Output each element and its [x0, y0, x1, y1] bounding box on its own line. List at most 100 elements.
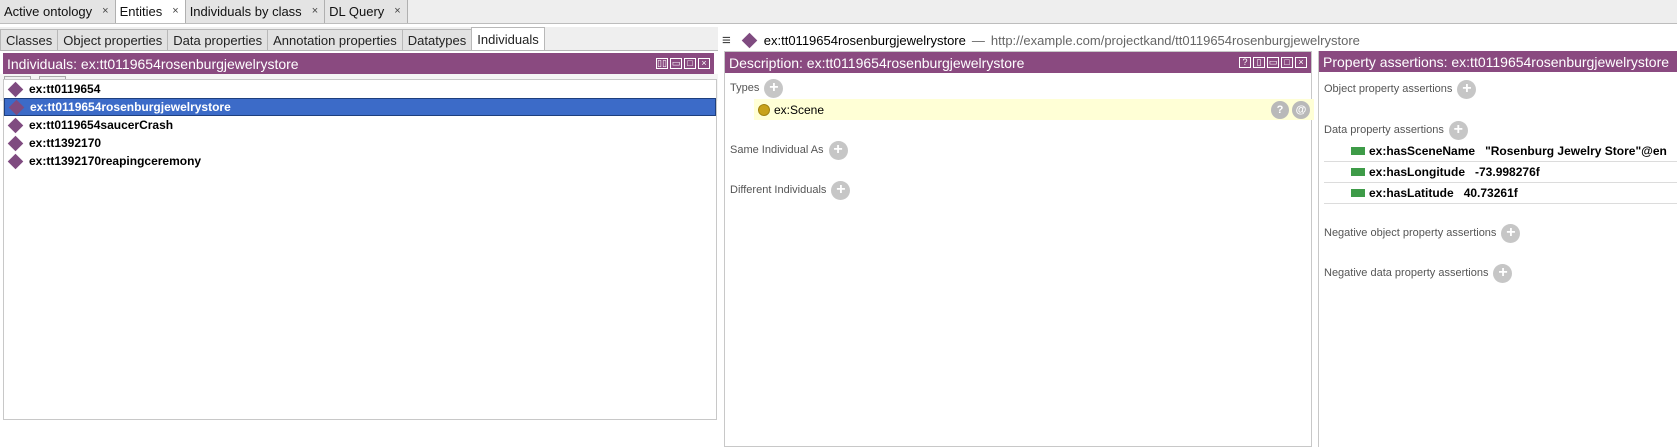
individuals-view-header: Individuals: ex:tt0119654rosenburgjewelr…: [3, 53, 714, 74]
individual-label: ex:tt1392170: [29, 136, 102, 150]
types-section: Types +: [730, 77, 1311, 99]
description-body: Types + ex:Scene ? @ Same Individual As …: [725, 73, 1314, 201]
individuals-list[interactable]: ex:tt0119654 ex:tt0119654rosenburgjewelr…: [3, 79, 717, 420]
split-view-icon[interactable]: ▯: [1253, 57, 1265, 68]
list-item-selected[interactable]: ex:tt0119654rosenburgjewelrystore: [4, 98, 716, 116]
data-property-value: "Rosenburg Jewelry Store"@en: [1485, 144, 1667, 158]
close-icon[interactable]: ×: [172, 5, 178, 17]
individual-diamond-icon: [7, 135, 24, 151]
individual-label: ex:tt1392170reapingceremony: [29, 154, 202, 168]
individual-label: ex:tt0119654: [29, 82, 101, 96]
property-assertions-panel: Property assertions: ex:tt0119654rosenbu…: [1318, 51, 1677, 447]
individual-diamond-icon: [7, 81, 24, 97]
tab-label: Active ontology: [4, 3, 93, 19]
question-icon[interactable]: ?: [1271, 100, 1289, 119]
subtab-object-properties[interactable]: Object properties: [57, 29, 169, 50]
object-property-assertions-section: Object property assertions +: [1324, 78, 1677, 100]
subtab-individuals[interactable]: Individuals: [471, 27, 545, 50]
data-property-name: ex:hasLatitude: [1369, 186, 1454, 200]
breadcrumb-separator: —: [971, 32, 985, 48]
type-row[interactable]: ex:Scene ? @: [754, 99, 1314, 120]
subtab-datatypes[interactable]: Datatypes: [401, 29, 473, 50]
list-item[interactable]: ex:tt0119654: [4, 80, 716, 98]
breadcrumb-iri: http://example.com/projectkand/tt0119654…: [990, 32, 1360, 48]
close-icon[interactable]: ×: [312, 5, 318, 17]
data-property-icon: [1351, 189, 1365, 197]
data-property-row[interactable]: ex:hasLongitude -73.998276f: [1324, 162, 1677, 183]
view-title: Description: ex:tt0119654rosenburgjewelr…: [729, 54, 1025, 71]
tab-individuals-by-class[interactable]: Individuals by class ×: [185, 0, 326, 23]
tab-label: DL Query: [329, 3, 385, 19]
negative-data-assertions-label: Negative data property assertions: [1324, 267, 1489, 279]
help-icon[interactable]: ?: [1239, 57, 1251, 68]
top-tab-bar: Active ontology × Entities × Individuals…: [0, 0, 1677, 24]
data-property-name: ex:hasSceneName: [1369, 144, 1476, 158]
subtab-annotation-properties[interactable]: Annotation properties: [267, 29, 403, 50]
list-item[interactable]: ex:tt0119654saucerCrash: [4, 116, 716, 134]
subtab-classes[interactable]: Classes: [0, 29, 59, 50]
type-entry: ex:Scene: [758, 103, 824, 117]
same-individual-section: Same Individual As +: [730, 139, 1311, 161]
individual-diamond-icon: [8, 99, 25, 115]
type-value: ex:Scene: [774, 102, 825, 117]
split-view-icon[interactable]: ▯▯: [656, 58, 668, 69]
list-item[interactable]: ex:tt1392170: [4, 134, 716, 152]
different-individuals-label: Different Individuals: [730, 184, 827, 196]
individual-label: ex:tt0119654rosenburgjewelrystore: [30, 100, 231, 114]
data-property-assertions-section: Data property assertions +: [1324, 119, 1677, 141]
negative-object-assertions-section: Negative object property assertions +: [1324, 222, 1677, 244]
close-view-icon[interactable]: ×: [698, 58, 710, 69]
entity-breadcrumb: ≡ ex:tt0119654rosenburgjewelrystore — ht…: [722, 30, 1360, 50]
tab-label: Entities: [119, 3, 163, 19]
data-assertions-label: Data property assertions: [1324, 124, 1444, 136]
description-panel: Description: ex:tt0119654rosenburgjewelr…: [724, 51, 1314, 447]
plus-icon[interactable]: +: [764, 78, 784, 98]
data-property-row[interactable]: ex:hasSceneName "Rosenburg Jewelry Store…: [1324, 141, 1677, 162]
class-circle-icon: [758, 103, 770, 116]
tab-entities[interactable]: Entities ×: [115, 0, 186, 23]
plus-icon[interactable]: +: [828, 140, 848, 160]
plus-icon[interactable]: +: [1448, 120, 1468, 140]
object-assertions-label: Object property assertions: [1324, 83, 1453, 95]
split-horizontal-icon[interactable]: ▭: [670, 58, 682, 69]
breadcrumb-entity-name: ex:tt0119654rosenburgjewelrystore: [763, 32, 966, 48]
types-label: Types: [730, 82, 760, 94]
tab-dl-query[interactable]: DL Query ×: [325, 0, 408, 23]
type-row-actions: ? @: [1271, 100, 1310, 119]
view-title: Property assertions: ex:tt0119654rosenbu…: [1323, 53, 1670, 70]
same-individual-label: Same Individual As: [730, 144, 824, 156]
maximize-icon[interactable]: □: [684, 58, 696, 69]
individual-diamond-icon: [741, 32, 758, 48]
plus-icon[interactable]: +: [1457, 79, 1477, 99]
plus-icon[interactable]: +: [1493, 263, 1513, 283]
property-assertions-view-header: Property assertions: ex:tt0119654rosenbu…: [1319, 51, 1677, 72]
maximize-icon[interactable]: □: [1281, 57, 1293, 68]
negative-data-assertions-section: Negative data property assertions +: [1324, 262, 1677, 284]
tab-active-ontology[interactable]: Active ontology ×: [0, 0, 116, 23]
tab-label: Individuals by class: [189, 3, 302, 19]
view-controls: ? ▯ ▭ □ ×: [1239, 57, 1307, 68]
data-property-row[interactable]: ex:hasLatitude 40.73261f: [1324, 183, 1677, 204]
close-view-icon[interactable]: ×: [1295, 57, 1307, 68]
view-title: Individuals: ex:tt0119654rosenburgjewelr…: [7, 55, 299, 72]
different-individuals-section: Different Individuals +: [730, 179, 1311, 201]
plus-icon[interactable]: +: [1501, 223, 1521, 243]
data-property-name: ex:hasLongitude: [1369, 165, 1466, 179]
close-icon[interactable]: ×: [102, 5, 108, 17]
individual-label: ex:tt0119654saucerCrash: [29, 118, 174, 132]
hamburger-icon[interactable]: ≡: [722, 32, 731, 49]
split-horizontal-icon[interactable]: ▭: [1267, 57, 1279, 68]
close-icon[interactable]: ×: [394, 5, 400, 17]
description-view-header: Description: ex:tt0119654rosenburgjewelr…: [725, 52, 1311, 73]
list-item[interactable]: ex:tt1392170reapingceremony: [4, 152, 716, 170]
view-controls: ▯▯ ▭ □ ×: [656, 58, 710, 69]
individual-diamond-icon: [7, 117, 24, 133]
individual-diamond-icon: [7, 153, 24, 169]
subtab-data-properties[interactable]: Data properties: [167, 29, 269, 50]
plus-icon[interactable]: +: [831, 180, 851, 200]
data-property-icon: [1351, 147, 1365, 155]
property-assertions-body: Object property assertions + Data proper…: [1319, 72, 1677, 284]
data-property-icon: [1351, 168, 1365, 176]
at-icon[interactable]: @: [1292, 100, 1310, 119]
data-property-value: -73.998276f: [1475, 165, 1540, 179]
